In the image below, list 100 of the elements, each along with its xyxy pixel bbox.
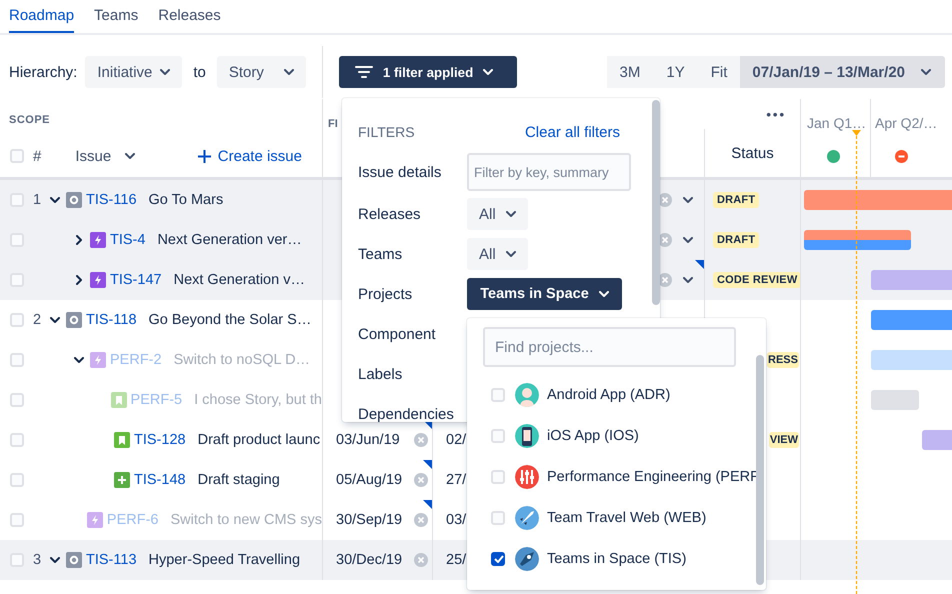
lightning-icon (86, 512, 103, 528)
milestone-dot-icon (827, 150, 840, 163)
more-button[interactable]: ••• (766, 106, 786, 122)
scope-label: SCOPE (8, 113, 52, 126)
issue-key-link[interactable]: TIS-113 (86, 552, 137, 568)
issue-summary: Next Generation v… (174, 272, 305, 288)
ring-icon (66, 312, 82, 328)
project-option[interactable]: iOS App (IOS) (547, 428, 639, 444)
chevron-right-icon[interactable] (76, 275, 82, 285)
chevron-down-icon (506, 211, 516, 217)
bookmark-icon (114, 432, 130, 448)
spaceship-avatar-icon (515, 546, 539, 570)
filter-button[interactable]: 1 filter applied (338, 56, 517, 88)
clear-filters-link[interactable]: Clear all filters (524, 124, 620, 140)
row-number: 3 (32, 552, 42, 568)
lightning-icon (90, 352, 106, 368)
project-option[interactable]: Teams in Space (TIS) (547, 550, 686, 566)
zoom-option[interactable]: 1Y (653, 56, 698, 88)
expand-chevron-icon[interactable] (50, 197, 60, 203)
filter-label: Releases (358, 206, 422, 222)
hierarchy-label: Hierarchy: (9, 64, 78, 80)
clear-icon[interactable] (414, 553, 428, 567)
filter-label: Labels (358, 366, 404, 382)
expand-chevron-icon[interactable] (50, 557, 60, 563)
issue-summary: I chose Story, but th (194, 392, 322, 408)
create-issue-button[interactable]: Create issue (198, 148, 302, 164)
date-cell-text: 05/Aug/19 (335, 472, 402, 488)
filter-label: Issue details (358, 164, 442, 180)
issue-sort-dropdown[interactable]: Issue (75, 148, 136, 164)
issue-key-link[interactable]: TIS-148 (134, 472, 186, 488)
ring-icon (66, 192, 82, 208)
issue-key-link[interactable]: TIS-128 (134, 432, 186, 448)
project-option[interactable]: Android App (ADR) (547, 386, 670, 402)
filter-dropdown[interactable]: Teams in Space (467, 278, 622, 310)
tab[interactable]: Teams (94, 0, 138, 33)
project-option[interactable]: Team Travel Web (WEB) (547, 510, 706, 526)
issue-summary: Switch to new CMS sys (170, 512, 322, 528)
find-projects-field[interactable]: Find projects... (483, 327, 736, 367)
date-cell-text: 03/Jun/19 (335, 432, 400, 448)
filter-icon (354, 65, 373, 79)
issue-summary: Switch to noSQL D… (174, 352, 310, 368)
clear-icon[interactable] (414, 473, 428, 487)
zoom-option[interactable]: 3M (606, 56, 654, 88)
project-option[interactable]: Performance Engineering (PERF (547, 468, 759, 484)
status-lozenge: DRAFT (713, 192, 760, 208)
status-lozenge: VIEW (768, 432, 799, 448)
zoom-option[interactable]: Fit (698, 56, 740, 88)
column-header: Status (704, 129, 800, 177)
bookmark-icon (110, 392, 127, 408)
ring-icon (66, 552, 82, 568)
chevron-down-icon[interactable] (683, 237, 693, 243)
timeline-bar (922, 430, 952, 450)
to-label: to (193, 64, 206, 80)
chevron-down-icon[interactable] (683, 197, 693, 203)
timeline-column-label: Jan Q1… (807, 115, 866, 131)
timeline-column-label: Apr Q2/… (875, 115, 938, 131)
chevron-right-icon[interactable] (76, 235, 82, 245)
date-cell-text: 27/ (445, 472, 466, 488)
expand-chevron-icon[interactable] (50, 317, 60, 323)
date-range-dropdown[interactable]: 07/Jan/19 – 13/Mar/20 (740, 56, 945, 88)
status-lozenge: CODE REVIEW (713, 272, 802, 288)
date-cell-text: 03/ (445, 512, 466, 528)
issue-summary: Next Generation ver… (157, 232, 302, 248)
lightning-icon (90, 232, 106, 248)
filter-dropdown[interactable]: All (467, 238, 528, 270)
clear-icon[interactable] (414, 513, 428, 527)
chevron-down-icon (284, 69, 294, 75)
phone-avatar-icon (515, 424, 539, 448)
figure-avatar-icon (515, 382, 539, 406)
chevron-down-icon (921, 69, 931, 75)
rocket-avatar-icon (515, 506, 539, 530)
date-cell-text: 25/ (445, 552, 466, 568)
status-lozenge: DRAFT (713, 232, 760, 248)
issue-key-link[interactable]: TIS-147 (110, 272, 162, 288)
chevron-down-icon[interactable] (683, 277, 693, 283)
filter-input-field[interactable]: Filter by key, summary (467, 153, 631, 191)
filter-label: Dependencies (358, 406, 455, 422)
issue-key-link[interactable]: TIS-116 (86, 192, 137, 208)
chevron-down-icon (483, 69, 494, 75)
column-header: FI (327, 117, 338, 130)
issue-summary: Hyper-Speed Travelling (148, 552, 300, 568)
date-cell-text: 30/Dec/19 (335, 552, 402, 568)
issue-summary: Draft staging (198, 472, 280, 488)
issue-summary: Go Beyond the Solar S… (148, 312, 312, 328)
issue-key-link[interactable]: TIS-118 (86, 312, 137, 328)
checkbox[interactable] (491, 552, 505, 566)
filter-dropdown[interactable]: All (467, 198, 528, 230)
tab[interactable]: Releases (158, 0, 221, 33)
number-header: # (33, 148, 42, 164)
issue-summary: Draft product launc (198, 432, 320, 448)
clear-icon[interactable] (414, 433, 428, 447)
level-dropdown[interactable]: Story (216, 56, 306, 88)
tab[interactable]: Roadmap (9, 0, 74, 33)
issue-key-link[interactable]: TIS-4 (110, 232, 146, 248)
chevron-down-icon (506, 251, 516, 257)
chevron-down-icon (598, 291, 609, 297)
level-dropdown[interactable]: Initiative (85, 56, 182, 88)
chevron-down-icon (160, 69, 170, 75)
filter-label: Component (358, 326, 437, 342)
expand-chevron-icon[interactable] (74, 357, 84, 363)
